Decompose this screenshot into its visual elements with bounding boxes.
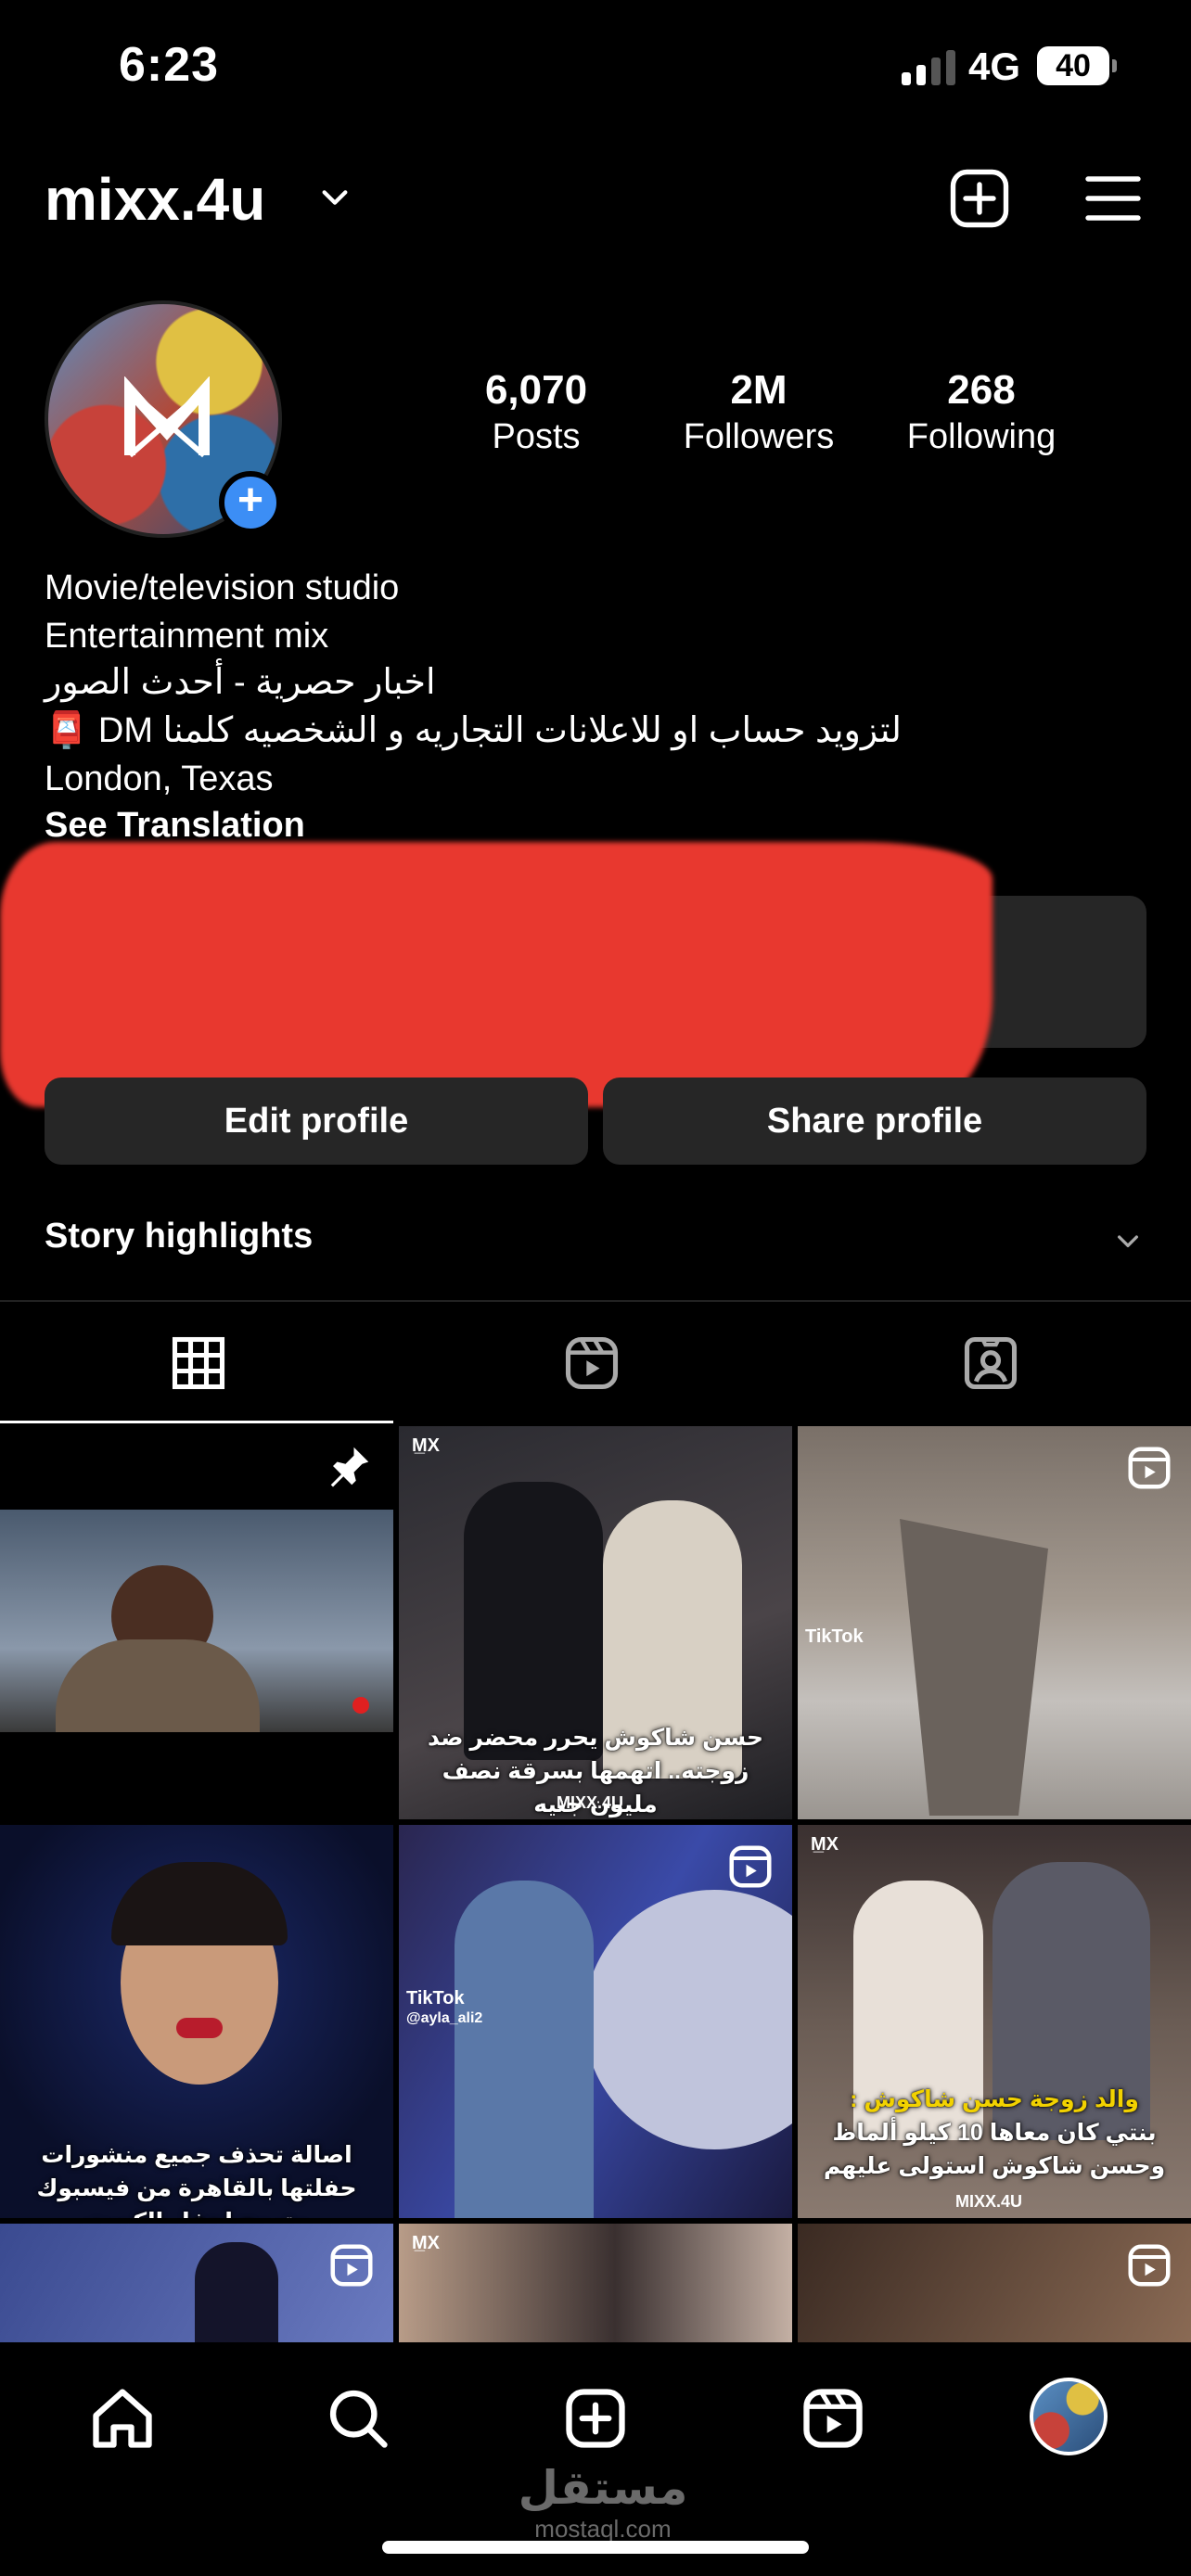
status-bar: 6:23 4G 40 bbox=[0, 0, 1191, 139]
create-icon[interactable] bbox=[560, 2383, 631, 2454]
watermark-arabic: مستقل bbox=[518, 2462, 688, 2514]
reel-icon bbox=[330, 2244, 373, 2287]
story-highlights-label[interactable]: Story highlights bbox=[45, 1217, 313, 1256]
tiktok-handle: @ayla_ali2 bbox=[406, 2010, 483, 2026]
profile-avatar[interactable] bbox=[1030, 2378, 1108, 2455]
account-username[interactable]: mixx.4u bbox=[45, 165, 265, 234]
grid-post-8[interactable]: M̲X bbox=[399, 2224, 792, 2342]
status-time: 6:23 bbox=[119, 38, 220, 92]
reels-icon[interactable] bbox=[798, 2383, 868, 2454]
watermark-latin: mostaql.com bbox=[534, 2515, 672, 2543]
grid-post-7[interactable] bbox=[0, 2224, 393, 2342]
tagged-icon[interactable] bbox=[959, 1332, 1022, 1395]
chevron-down-icon[interactable] bbox=[319, 182, 351, 213]
mix-logo-icon: M̲X bbox=[412, 1435, 440, 1456]
stat-posts[interactable]: 6,070 Posts bbox=[434, 367, 638, 457]
grid-post-5[interactable]: TikTok @ayla_ali2 bbox=[399, 1825, 792, 2218]
reel-icon bbox=[729, 1845, 772, 1888]
grid-post-6[interactable]: M̲X والد زوجة حسن شاكوش : بنتي كان معاها… bbox=[798, 1825, 1191, 2218]
active-tab-indicator bbox=[0, 1421, 393, 1423]
mix-logo-icon bbox=[124, 376, 210, 458]
grid-post-3[interactable]: TikTok bbox=[798, 1426, 1191, 1819]
post-watermark: MIXX.4U bbox=[557, 1793, 624, 1812]
add-story-button[interactable]: + bbox=[219, 471, 282, 534]
redaction-scribble bbox=[0, 842, 992, 1107]
tiktok-watermark: TikTok bbox=[805, 1626, 864, 1647]
edit-profile-button[interactable]: Edit profile bbox=[45, 1078, 588, 1165]
reel-icon bbox=[1128, 1447, 1171, 1489]
network-type: 4G bbox=[968, 45, 1021, 88]
mix-logo-icon: M̲X bbox=[811, 1834, 839, 1855]
bio-line: اخبار حصرية - أحدث الصور bbox=[45, 663, 436, 702]
reel-icon bbox=[1128, 2244, 1171, 2287]
grid-post-2[interactable]: M̲X حسن شاكوش يحرر محضر ضد زوجته.. اتهمه… bbox=[399, 1426, 792, 1819]
battery-icon: 40 bbox=[1037, 46, 1117, 85]
share-profile-button[interactable]: Share profile bbox=[603, 1078, 1146, 1165]
grid-post-1[interactable] bbox=[0, 1426, 393, 1819]
add-post-icon[interactable] bbox=[946, 165, 1013, 232]
grid-post-9[interactable] bbox=[798, 2224, 1191, 2342]
reels-icon[interactable] bbox=[560, 1332, 623, 1395]
chevron-down-icon[interactable] bbox=[1113, 1226, 1143, 1256]
stat-followers[interactable]: 2M Followers bbox=[657, 367, 861, 457]
pin-icon bbox=[330, 1447, 369, 1487]
divider bbox=[0, 1300, 1191, 1302]
home-indicator[interactable] bbox=[382, 2541, 809, 2554]
signal-icon bbox=[902, 48, 957, 85]
bio-category: Movie/television studio bbox=[45, 568, 400, 607]
grid-icon[interactable] bbox=[167, 1332, 230, 1395]
post-caption: اصالة تحذف جميع منشورات حفلتها بالقاهرة … bbox=[36, 2142, 357, 2218]
home-icon[interactable] bbox=[87, 2383, 158, 2454]
grid-post-4[interactable]: اصالة تحذف جميع منشورات حفلتها بالقاهرة … bbox=[0, 1825, 393, 2218]
stat-following[interactable]: 268 Following bbox=[879, 367, 1083, 457]
menu-icon[interactable] bbox=[1080, 165, 1146, 232]
post-watermark: MIXX.4U bbox=[955, 2192, 1023, 2211]
bio-location: London, Texas bbox=[45, 759, 274, 798]
tiktok-watermark: TikTok bbox=[406, 1988, 465, 2009]
bio-line: 📮 DM لتزويد حساب او للاعلانات التجاريه و… bbox=[45, 711, 902, 750]
mix-logo-icon: M̲X bbox=[412, 2233, 440, 2253]
site-watermark: مستقل mostaql.com bbox=[501, 2461, 705, 2544]
post-caption: بنتي كان معاها 10 كيلو ألماظ وحسن شاكوش … bbox=[823, 2120, 1166, 2179]
bio-line: Entertainment mix bbox=[45, 617, 329, 656]
post-caption-highlight: والد زوجة حسن شاكوش : bbox=[850, 2086, 1139, 2112]
search-icon[interactable] bbox=[323, 2383, 393, 2454]
